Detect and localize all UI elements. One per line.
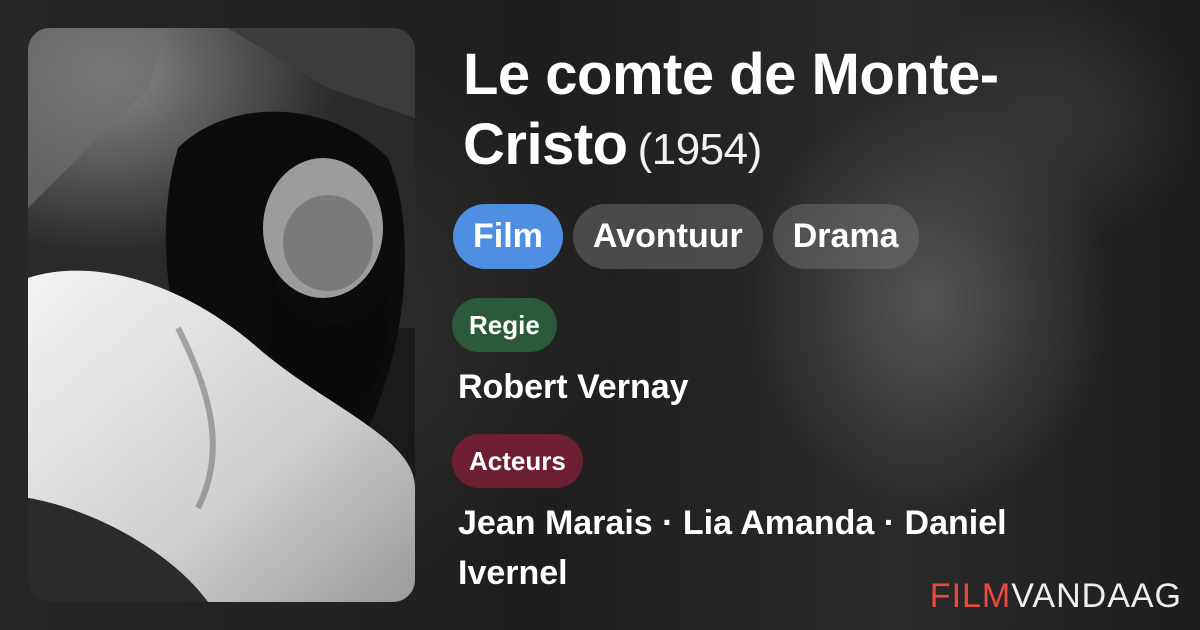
director-badge: Regie [452,298,557,352]
genre-chip-film[interactable]: Film [453,204,563,269]
movie-poster[interactable] [28,28,415,602]
genre-chip-drama[interactable]: Drama [772,204,919,269]
title-block: Le comte de Monte-Cristo (1954) [463,40,1163,185]
genre-chip-avontuur[interactable]: Avontuur [572,204,763,269]
director-names[interactable]: Robert Vernay [458,362,689,412]
poster-image [28,28,415,602]
genre-chips: Film Avontuur Drama [453,204,919,269]
brand-logo[interactable]: FILMVANDAAG [930,577,1182,616]
movie-year: (1954) [637,125,763,174]
cast-badge: Acteurs [452,434,583,488]
brand-logo-part1: FILM [929,577,1012,615]
movie-title: Le comte de Monte-Cristo (1954) [463,40,1163,185]
brand-logo-part2: VANDAAG [1011,577,1182,615]
